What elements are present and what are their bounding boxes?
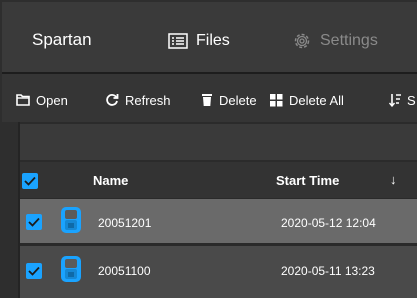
row-name: 20051201 [98,216,152,230]
row-start-time: 2020-05-12 12:04 [281,216,376,230]
checkmark-icon [28,266,40,276]
open-label: Open [36,92,68,108]
delete-label: Delete [219,92,257,108]
row-checkbox[interactable] [26,263,42,279]
checkmark-icon [24,176,36,186]
refresh-icon [105,93,119,107]
table-header [20,162,417,199]
nav-files-label: Files [196,32,230,49]
folder-icon [16,94,30,106]
sort-button[interactable]: S [389,92,416,108]
gear-icon [292,31,312,51]
row-name: 20051100 [98,264,151,278]
delete-button[interactable]: Delete [201,92,257,108]
select-all-checkbox[interactable] [22,173,38,189]
sort-label: S [407,92,416,108]
table-row[interactable]: 20051201 2020-05-12 12:04 [20,199,417,243]
nav-settings-label: Settings [320,32,378,49]
panel-top-strip [20,124,417,160]
toolbar: Open Refresh Delete Delete All S [2,74,417,122]
nav-files[interactable]: Files [168,30,230,52]
files-icon [168,33,188,49]
open-button[interactable]: Open [16,92,68,108]
app-title: Spartan [32,30,92,49]
table-row[interactable]: 20051100 2020-05-11 13:23 [20,246,417,298]
device-icon [60,255,82,288]
app-window: Spartan Files Settings Open Refresh Dele… [0,0,417,298]
refresh-button[interactable]: Refresh [105,92,171,108]
trash-icon [201,93,213,107]
checkmark-icon [28,217,40,227]
sort-icon [389,93,401,107]
row-start-time: 2020-05-11 13:23 [281,264,375,278]
delete-all-label: Delete All [289,92,344,108]
device-icon [60,206,82,239]
sort-direction-icon[interactable]: ↓ [390,172,397,187]
refresh-label: Refresh [125,92,171,108]
column-header-start-time[interactable]: Start Time [276,173,339,188]
delete-all-button[interactable]: Delete All [270,92,344,108]
app-header: Spartan Files Settings [2,2,417,72]
grid-icon [270,93,283,107]
column-header-name[interactable]: Name [93,173,128,188]
row-checkbox[interactable] [26,214,42,230]
nav-settings[interactable]: Settings [292,30,378,52]
